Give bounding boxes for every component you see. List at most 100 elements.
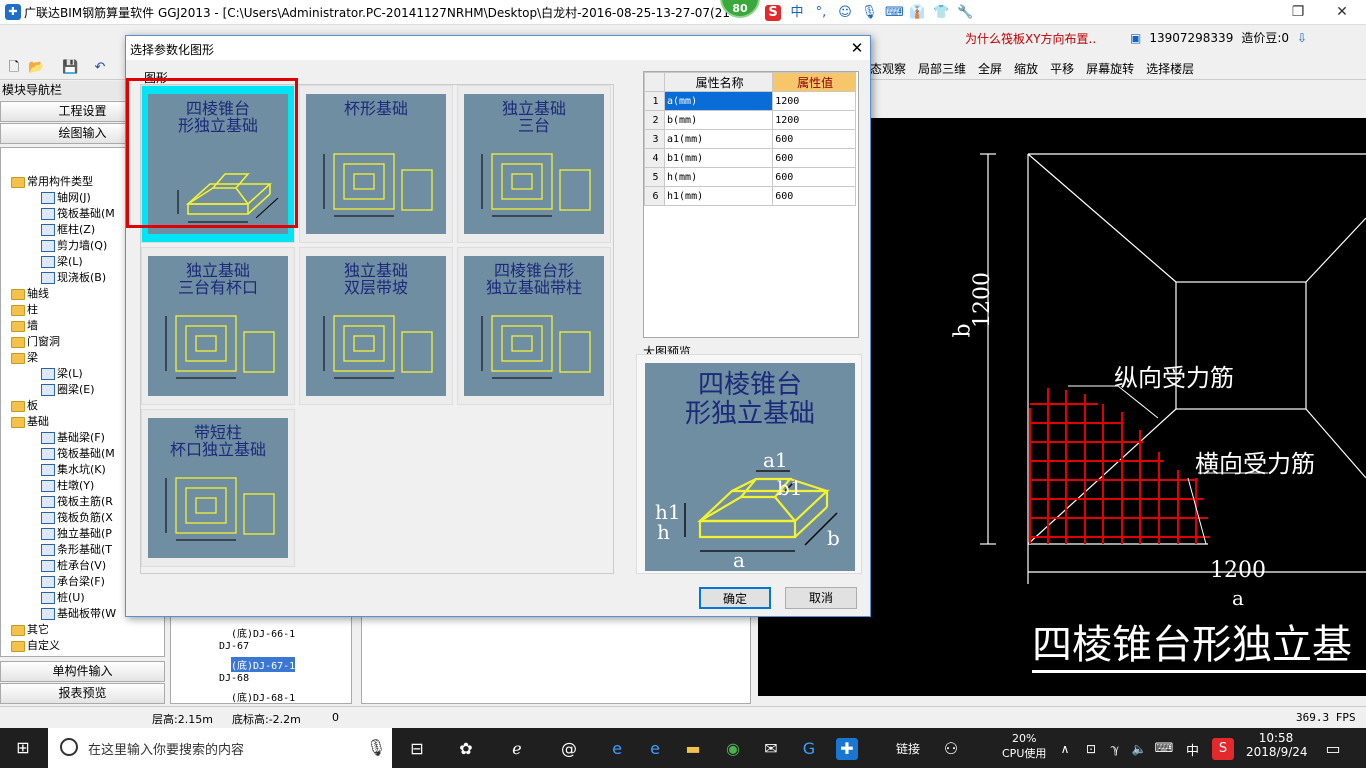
glodon-g-icon[interactable]: G xyxy=(798,738,820,760)
tree-component[interactable]: 圈梁(E) xyxy=(41,382,95,398)
clock[interactable]: 10:58 2018/9/24 xyxy=(1246,731,1308,759)
tree-folder[interactable]: 自定义 xyxy=(11,638,60,654)
task-view-icon[interactable]: ⊟ xyxy=(406,738,428,760)
keyboard-icon[interactable]: ⌨ xyxy=(885,5,904,21)
open-folder-icon[interactable]: 📂 xyxy=(28,60,44,76)
keyboard-icon[interactable]: ⌨ xyxy=(1153,738,1175,760)
list-item[interactable]: (底)DJ-67-1 xyxy=(231,657,296,672)
component-list[interactable]: (底)DJ-66-1 DJ-67 (底)DJ-67-1 DJ-68 (底)DJ-68-1 xyxy=(170,610,352,704)
new-file-icon[interactable]: 🗋 xyxy=(6,60,22,76)
property-value[interactable]: 600 xyxy=(772,129,856,149)
tree-folder[interactable]: 常用构件类型 xyxy=(11,174,93,190)
tree-component[interactable]: 剪力墙(Q) xyxy=(41,238,107,254)
notification-icon[interactable]: ▭ xyxy=(1322,738,1344,760)
save-icon[interactable]: 💾 xyxy=(62,60,78,76)
tree-component[interactable]: 轴网(J) xyxy=(41,190,91,206)
tree-folder[interactable]: 轴线 xyxy=(11,286,49,302)
property-row[interactable]: 4 b1(mm) 600 xyxy=(644,148,856,168)
pan-button[interactable]: 平移 xyxy=(1050,60,1074,77)
glodon-active-icon[interactable]: ✚ xyxy=(836,738,858,760)
green-app-icon[interactable]: ◉ xyxy=(722,738,744,760)
file-explorer-icon[interactable]: ▬ xyxy=(682,738,704,760)
tree-component[interactable]: 筏板基础(M xyxy=(41,446,115,462)
dynamic-view-button[interactable]: 态观察 xyxy=(870,60,906,77)
fan-app-icon[interactable]: ✿ xyxy=(455,738,477,760)
list-item[interactable]: (底)DJ-66-1 xyxy=(231,625,295,640)
property-row[interactable]: 1 a(mm) 1200 xyxy=(644,91,856,111)
tree-component[interactable]: 框柱(Z) xyxy=(41,222,95,238)
tree-component[interactable]: 筏板主筋(R xyxy=(41,494,113,510)
shape-option[interactable]: 四棱锥台形 独立基础带柱 xyxy=(457,247,611,405)
price-beans[interactable]: 造价豆:0 xyxy=(1241,29,1289,46)
account-area[interactable]: ▣ 13907298339 造价豆:0 ⇩ xyxy=(1130,29,1307,46)
tree-component[interactable]: 筏板基础(M xyxy=(41,206,115,222)
ie-browser-icon[interactable]: e xyxy=(644,738,666,760)
tree-component[interactable]: 现浇板(B) xyxy=(41,270,106,286)
microphone-icon[interactable]: 🎙 xyxy=(366,738,386,757)
shape-option[interactable]: 独立基础 三台 xyxy=(457,85,611,243)
fullscreen-button[interactable]: 全屏 xyxy=(978,60,1002,77)
windows-start-icon[interactable]: ⊞ xyxy=(12,737,34,759)
dialog-close-button[interactable]: ✕ xyxy=(846,38,868,58)
edge-icon[interactable]: e xyxy=(606,738,628,760)
cancel-button[interactable]: 取消 xyxy=(785,587,857,609)
tree-folder[interactable]: 柱 xyxy=(11,302,38,318)
sogou-tray-icon[interactable]: S xyxy=(1212,738,1234,760)
property-value[interactable]: 1200 xyxy=(772,110,856,130)
list-item[interactable]: DJ-67 xyxy=(219,641,249,652)
tree-component[interactable]: 集水坑(K) xyxy=(41,462,106,478)
property-row[interactable]: 2 b(mm) 1200 xyxy=(644,110,856,130)
tree-component[interactable]: 承台梁(F) xyxy=(41,574,105,590)
ie-icon[interactable]: ℯ xyxy=(506,738,528,760)
wrench-icon[interactable]: 🔧 xyxy=(957,5,973,21)
restore-button[interactable]: ❐ xyxy=(1278,2,1318,22)
property-table[interactable]: 属性名称 属性值 1 a(mm) 1200 2 b(mm) 1200 3 a1(mm) 600 4… xyxy=(643,71,859,338)
emoji-icon[interactable]: ☺ xyxy=(837,5,853,21)
cpu-usage[interactable]: 20% CPU使用 xyxy=(1002,732,1046,761)
shape-option[interactable]: 带短柱 杯口独立基础 xyxy=(141,409,295,567)
zoom-button[interactable]: 缩放 xyxy=(1014,60,1038,77)
news-link[interactable]: 为什么筏板XY方向布置.. xyxy=(965,30,1096,47)
link-toolbar[interactable]: 链接 xyxy=(896,740,920,757)
undo-icon[interactable]: ↶ xyxy=(92,60,108,76)
tree-folder[interactable]: 板 xyxy=(11,398,38,414)
property-value[interactable]: 600 xyxy=(772,148,856,168)
chinese-mode-icon[interactable]: 中 xyxy=(789,5,805,21)
property-row[interactable]: 5 h(mm) 600 xyxy=(644,167,856,187)
select-floor-button[interactable]: 选择楼层 xyxy=(1146,60,1194,77)
show-hidden-icon[interactable]: ∧ xyxy=(1054,738,1076,760)
cloud-icon[interactable]: ⇩ xyxy=(1297,31,1307,45)
tree-component[interactable]: 独立基础(P xyxy=(41,526,112,542)
tree-component[interactable]: 梁(L) xyxy=(41,254,83,270)
shape-option[interactable]: 独立基础 双层带坡 xyxy=(299,247,453,405)
mail-icon[interactable]: ✉ xyxy=(760,738,782,760)
tree-component[interactable]: 筏板负筋(X xyxy=(41,510,113,526)
tree-component[interactable]: 基础梁(F) xyxy=(41,430,105,446)
single-input-button[interactable]: 单构件输入 xyxy=(0,661,165,682)
report-preview-button[interactable]: 报表预览 xyxy=(0,683,165,704)
shape-option[interactable]: 独立基础 三台有杯口 xyxy=(141,247,295,405)
punctuation-icon[interactable]: °, xyxy=(813,5,829,21)
tree-component[interactable]: 梁(L) xyxy=(41,366,83,382)
tree-folder[interactable]: 其它 xyxy=(11,622,49,638)
tree-component[interactable]: 柱墩(Y) xyxy=(41,478,94,494)
tree-folder[interactable]: 门窗洞 xyxy=(11,334,60,350)
app-icon-swirl[interactable]: @ xyxy=(558,738,580,760)
property-value[interactable]: 1200 xyxy=(772,91,856,111)
wifi-icon[interactable]: ℽ xyxy=(1104,738,1126,760)
phone-number[interactable]: 13907298339 xyxy=(1149,31,1233,45)
people-icon[interactable]: ⚇ xyxy=(940,738,962,760)
ok-button[interactable]: 确定 xyxy=(699,587,771,609)
volume-icon[interactable]: 🔈 xyxy=(1128,738,1150,760)
property-value[interactable]: 600 xyxy=(772,167,856,187)
tree-component[interactable]: 桩(U) xyxy=(41,590,85,606)
list-item[interactable]: (底)DJ-68-1 xyxy=(231,689,295,704)
shirt-icon[interactable]: 👕 xyxy=(933,5,949,21)
shape-option[interactable]: 杯形基础 xyxy=(299,85,453,243)
tree-folder[interactable]: 基础 xyxy=(11,414,49,430)
microphone-icon[interactable]: 🎙 xyxy=(861,5,878,21)
sogou-icon[interactable]: S xyxy=(765,5,781,21)
tree-folder[interactable]: 梁 xyxy=(11,350,38,366)
cortana-icon[interactable] xyxy=(60,738,78,756)
input-language[interactable]: 中 xyxy=(1186,740,1199,759)
